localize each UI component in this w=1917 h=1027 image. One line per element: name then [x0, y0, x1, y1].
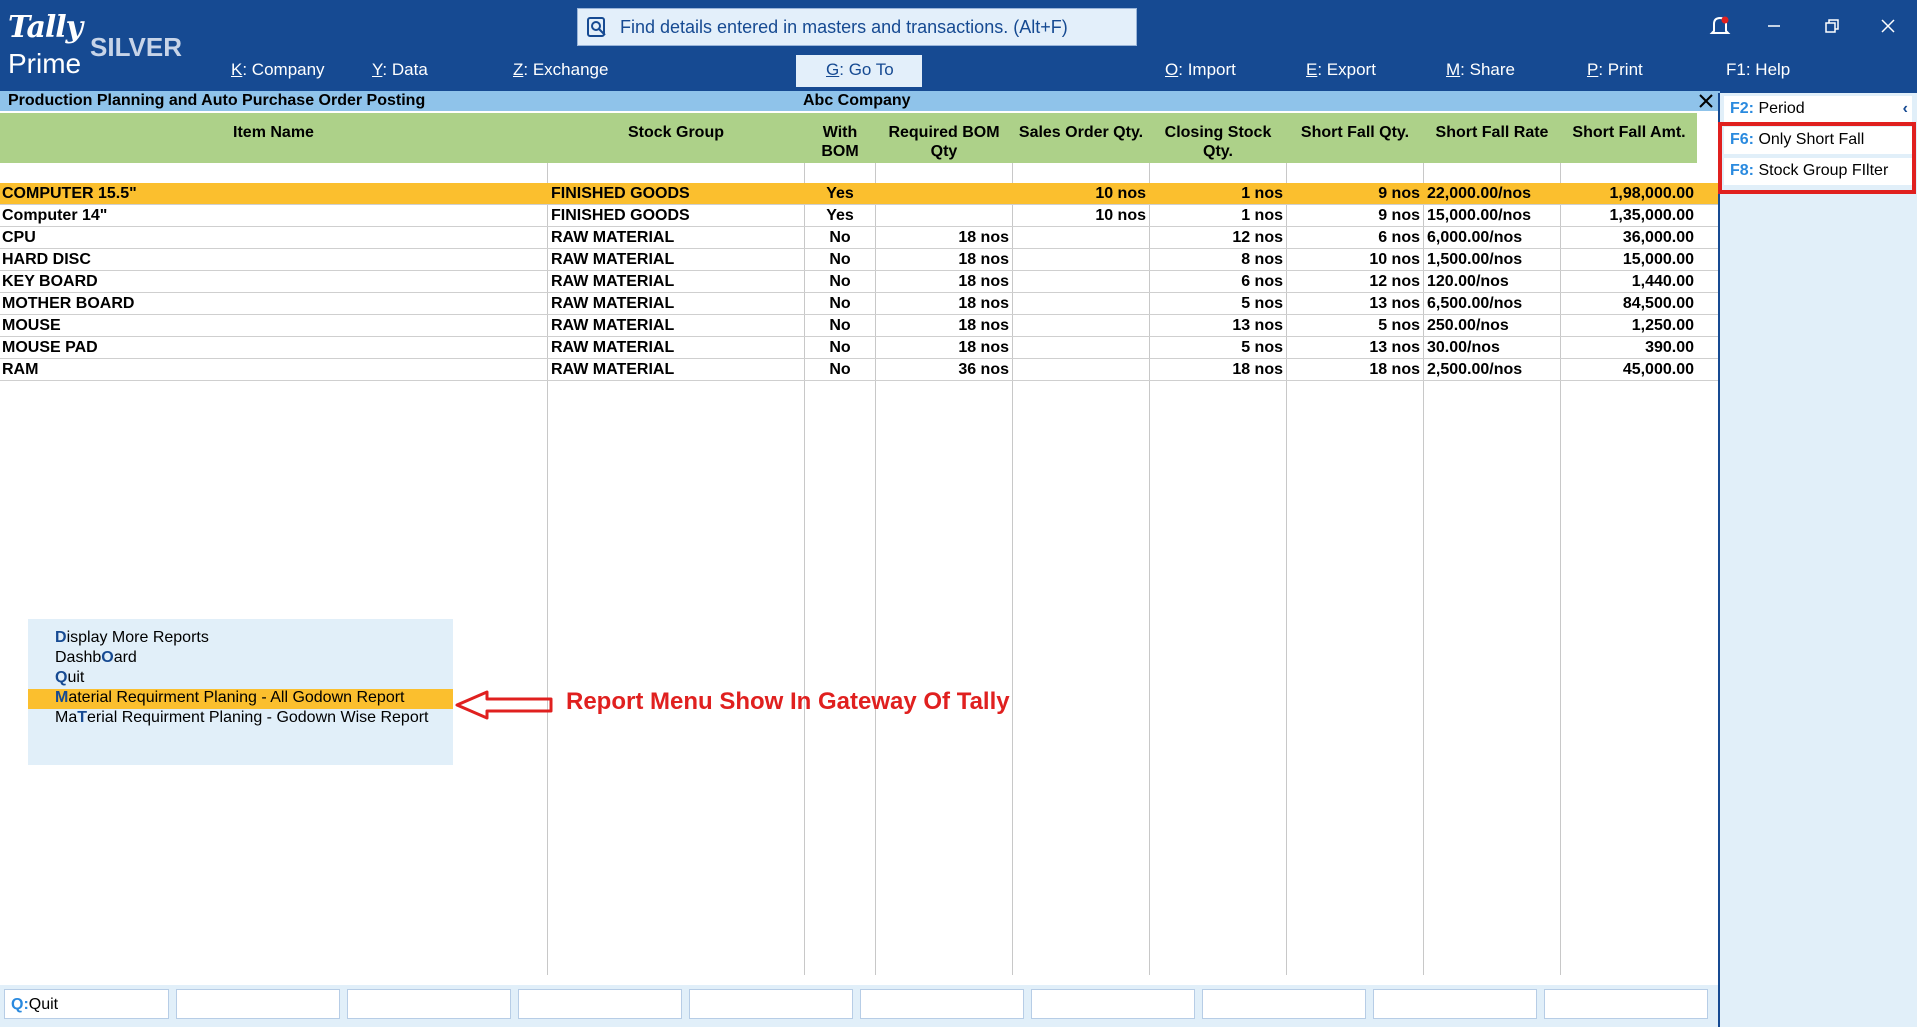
table-row[interactable]: CPU RAW MATERIAL No 18 nos 12 nos 6 nos … — [0, 227, 1718, 249]
menu-company[interactable]: K: Company — [231, 60, 325, 80]
restore-icon[interactable] — [1820, 14, 1844, 38]
minimize-icon[interactable] — [1762, 14, 1786, 38]
table-row[interactable]: MOTHER BOARD RAW MATERIAL No 18 nos 5 no… — [0, 293, 1718, 315]
search-input[interactable]: Find details entered in masters and tran… — [577, 8, 1137, 46]
menu-export[interactable]: E: Export — [1306, 60, 1376, 80]
bottom-button-empty — [1373, 989, 1537, 1019]
report-title-bar: Production Planning and Auto Purchase Or… — [0, 91, 1720, 111]
period-button[interactable]: F2: Period ‹ — [1724, 96, 1912, 123]
bottom-button-empty — [176, 989, 340, 1019]
bell-icon[interactable] — [1708, 14, 1732, 38]
bottom-button-empty — [518, 989, 682, 1019]
header-stock-group: Stock Group — [627, 124, 724, 141]
header-short-fall-qty: Short Fall Qty. — [1300, 124, 1410, 141]
top-bar: Tally Prime SILVER Find details entered … — [0, 0, 1917, 93]
header-short-fall-amt: Short Fall Amt. — [1572, 124, 1686, 141]
menu-print[interactable]: P: Print — [1587, 60, 1643, 80]
annotation-text: Report Menu Show In Gateway Of Tally — [566, 688, 1010, 715]
menu-go-to[interactable]: G: Go To — [796, 55, 922, 87]
header-closing-stock-qty: Closing Stock Qty. — [1164, 124, 1272, 160]
table-row[interactable]: RAM RAW MATERIAL No 36 nos 18 nos 18 nos… — [0, 359, 1718, 381]
search-icon — [587, 17, 606, 37]
bottom-button-empty — [347, 989, 511, 1019]
menu-item-display-more-reports[interactable]: Display More Reports — [28, 629, 453, 649]
menu-share[interactable]: M: Share — [1446, 60, 1515, 80]
table-row[interactable]: KEY BOARD RAW MATERIAL No 18 nos 6 nos 1… — [0, 271, 1718, 293]
bottom-button-empty — [1544, 989, 1708, 1019]
menu-help[interactable]: F1: Help — [1726, 60, 1790, 80]
table-row[interactable]: MOUSE RAW MATERIAL No 18 nos 13 nos 5 no… — [0, 315, 1718, 337]
menu-exchange[interactable]: Z: Exchange — [513, 60, 608, 80]
close-icon[interactable] — [1876, 14, 1900, 38]
header-item-name: Item Name — [233, 124, 314, 141]
menu-item-quit[interactable]: Quit — [28, 669, 453, 689]
close-report-icon[interactable] — [1697, 92, 1715, 110]
menu-import[interactable]: O: Import — [1165, 60, 1236, 80]
menu-item-material-requirement-all-godown[interactable]: Material Requirment Planing - All Godown… — [28, 689, 453, 709]
table-row[interactable]: COMPUTER 15.5" FINISHED GOODS Yes 10 nos… — [0, 183, 1718, 205]
table-row[interactable]: MOUSE PAD RAW MATERIAL No 18 nos 5 nos 1… — [0, 337, 1718, 359]
menu-item-material-requirement-godown-wise[interactable]: MaTerial Requirment Planing - Godown Wis… — [28, 709, 453, 729]
bottom-button-empty — [689, 989, 853, 1019]
header-required-bom-qty: Required BOM Qty — [888, 124, 1000, 160]
header-with-bom: With BOM — [821, 124, 859, 160]
header-sales-order-qty: Sales Order Qty. — [1018, 124, 1144, 141]
table-row[interactable]: HARD DISC RAW MATERIAL No 18 nos 8 nos 1… — [0, 249, 1718, 271]
menu-data[interactable]: Y: Data — [372, 60, 428, 80]
bottom-button-empty — [1202, 989, 1366, 1019]
report-menu-popup: Display More Reports DashbOard Quit Mate… — [28, 619, 453, 765]
menu-item-dashboard[interactable]: DashbOard — [28, 649, 453, 669]
report-title: Production Planning and Auto Purchase Or… — [8, 92, 426, 109]
button-panel: F2: Period ‹ F6: Only Short Fall F8: Sto… — [1718, 93, 1917, 1027]
search-placeholder: Find details entered in masters and tran… — [620, 16, 1068, 37]
header-short-fall-rate: Short Fall Rate — [1435, 124, 1549, 141]
logo-prime: Prime — [8, 48, 82, 79]
bottom-button-empty — [860, 989, 1024, 1019]
table-header: Item Name Stock Group With BOM Required … — [0, 113, 1697, 163]
bottom-bar: Q:Quit — [0, 985, 1718, 1027]
highlight-box — [1718, 122, 1916, 194]
logo-tally: Tally — [8, 10, 83, 45]
quit-button[interactable]: Q:Quit — [4, 989, 169, 1019]
table-row[interactable]: Computer 14" FINISHED GOODS Yes 10 nos 1… — [0, 205, 1718, 227]
edition-label: SILVER — [90, 32, 182, 62]
arrow-left-icon — [455, 690, 553, 720]
bottom-button-empty — [1031, 989, 1195, 1019]
chevron-left-icon: ‹ — [1902, 100, 1908, 117]
company-name: Abc Company — [803, 92, 911, 109]
